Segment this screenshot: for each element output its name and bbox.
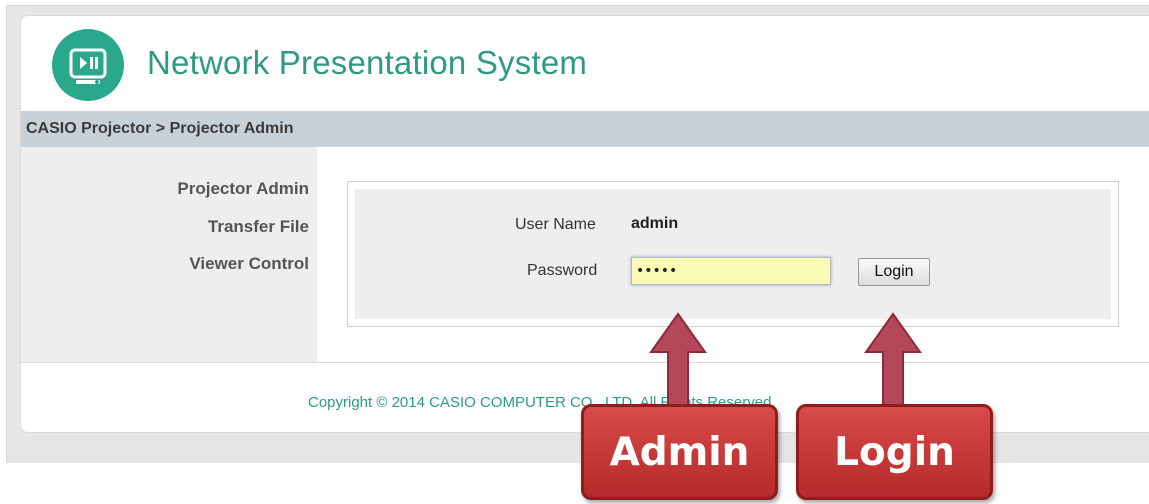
sidebar-item-viewer-control[interactable]: Viewer Control: [29, 254, 309, 274]
admin-arrow-icon: [649, 312, 707, 408]
breadcrumb: CASIO Projector > Projector Admin: [26, 120, 294, 137]
password-input[interactable]: [631, 257, 831, 285]
footer-divider: [21, 362, 1149, 363]
login-form: User Name admin Password Login: [347, 181, 1119, 327]
login-arrow-icon: [864, 312, 922, 408]
password-label: Password: [527, 262, 598, 279]
presentation-logo-icon: [52, 29, 124, 101]
sidebar-item-projector-admin[interactable]: Projector Admin: [29, 179, 309, 199]
sidebar-item-transfer-file[interactable]: Transfer File: [29, 217, 309, 237]
sidebar: Projector Admin Transfer File Viewer Con…: [21, 147, 317, 362]
content-area: User Name admin Password Login: [317, 147, 1149, 362]
app-title: Network Presentation System: [147, 44, 588, 81]
admin-callout: Admin: [581, 404, 778, 500]
login-button[interactable]: Login: [858, 258, 930, 286]
username-label: User Name: [515, 216, 596, 233]
main-card: Network Presentation System CASIO Projec…: [20, 15, 1149, 433]
breadcrumb-bar: CASIO Projector > Projector Admin: [21, 111, 1149, 147]
login-callout: Login: [796, 404, 993, 500]
login-form-panel: User Name admin Password Login: [355, 189, 1111, 319]
username-value: admin: [631, 215, 679, 232]
